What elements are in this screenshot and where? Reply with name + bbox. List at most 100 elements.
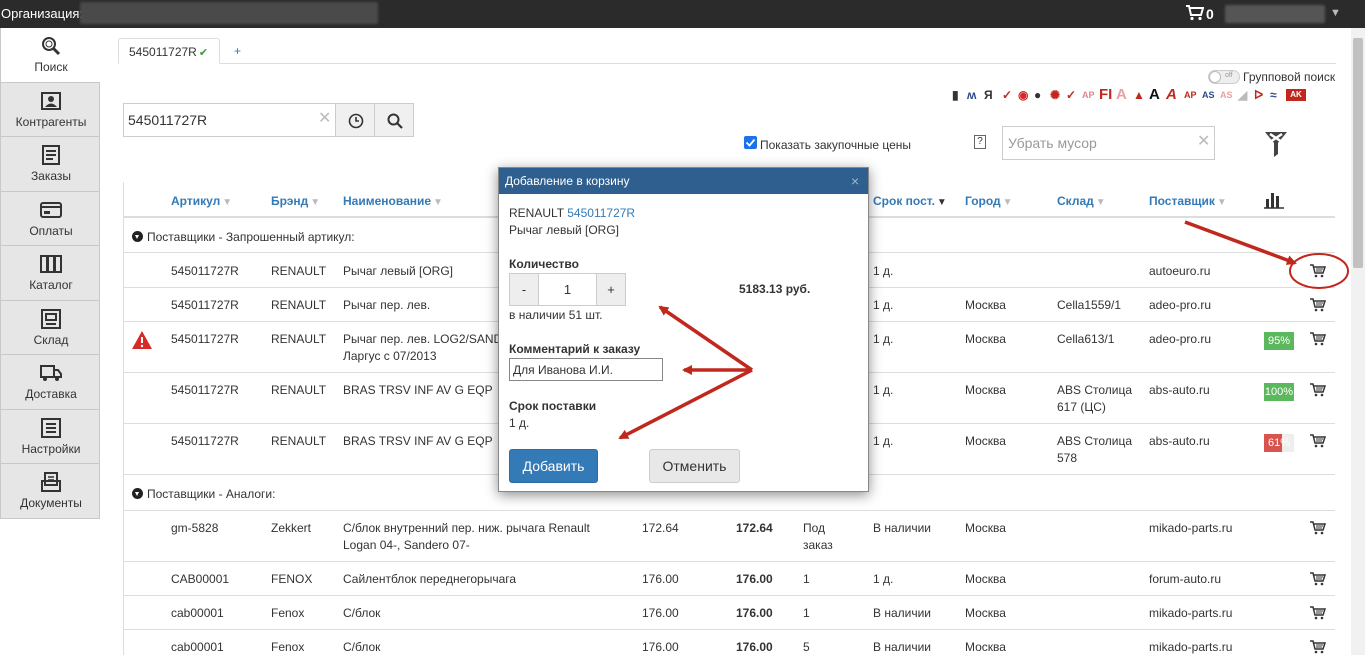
table-row[interactable]: cab00001 Fenox С/блок 176.00 176.00 1 В … bbox=[124, 596, 1335, 630]
show-purchase-prices-checkbox[interactable] bbox=[744, 136, 757, 149]
logo-icon[interactable]: ✓ bbox=[1002, 87, 1012, 103]
sidebar-item-documents[interactable]: Документы bbox=[0, 464, 100, 519]
sidebar-item-label: Каталог bbox=[29, 278, 73, 292]
table-row[interactable]: CAB00001 FENOX Сайлентблок переднегорыча… bbox=[124, 562, 1335, 596]
cell-brand: RENAULT bbox=[271, 264, 327, 278]
organization-select[interactable] bbox=[80, 2, 378, 24]
cell-supplier: mikado-parts.ru bbox=[1149, 640, 1233, 654]
group-search-toggle[interactable]: off bbox=[1208, 70, 1240, 84]
user-menu[interactable] bbox=[1225, 5, 1325, 23]
cell-supplier: forum-auto.ru bbox=[1149, 572, 1222, 586]
header-supplier[interactable]: Поставщик ▼ bbox=[1149, 194, 1227, 208]
add-to-cart-icon[interactable] bbox=[1310, 606, 1326, 620]
quantity-input[interactable]: 1 bbox=[539, 273, 596, 306]
logo-icon[interactable]: ✓ bbox=[1066, 87, 1076, 103]
clear-icon[interactable]: ✕ bbox=[1197, 131, 1210, 151]
logo-icon[interactable]: AS bbox=[1202, 87, 1215, 103]
logo-icon[interactable]: AP bbox=[1184, 87, 1197, 103]
cart-icon[interactable] bbox=[1186, 5, 1204, 21]
clear-icon[interactable]: ✕ bbox=[318, 108, 331, 128]
sidebar-item-search[interactable]: Поиск bbox=[0, 28, 100, 83]
cell-city: Москва bbox=[965, 521, 1006, 535]
sidebar-item-payments[interactable]: Оплаты bbox=[0, 191, 100, 246]
add-to-cart-icon[interactable] bbox=[1310, 383, 1326, 397]
header-brand[interactable]: Брэнд ▼ bbox=[271, 194, 320, 208]
sidebar-item-contractors[interactable]: Контрагенты bbox=[0, 82, 100, 137]
toggle-state: off bbox=[1225, 72, 1233, 79]
sidebar-item-warehouse[interactable]: Склад bbox=[0, 300, 100, 355]
logo-icon[interactable]: ● bbox=[1034, 87, 1041, 103]
add-to-cart-icon[interactable] bbox=[1310, 572, 1326, 586]
quantity-increment-button[interactable]: + bbox=[596, 273, 626, 306]
table-row[interactable]: cab00001 Fenox С/блок 176.00 176.00 5 В … bbox=[124, 630, 1335, 655]
logo-icon[interactable]: ✺ bbox=[1050, 87, 1060, 103]
table-row[interactable]: gm-5828 Zekkert С/блок внутренний пер. н… bbox=[124, 511, 1335, 562]
filter-icon[interactable]: ▼ bbox=[1003, 197, 1013, 208]
add-to-cart-icon[interactable] bbox=[1310, 264, 1326, 278]
vertical-scrollbar[interactable] bbox=[1351, 28, 1365, 655]
logo-icon[interactable]: ▲ bbox=[1133, 87, 1145, 103]
logo-icon[interactable]: AK bbox=[1286, 89, 1306, 101]
scrollbar-thumb[interactable] bbox=[1353, 38, 1363, 268]
close-icon[interactable]: × bbox=[851, 174, 859, 188]
add-to-cart-icon[interactable] bbox=[1310, 332, 1326, 346]
cancel-button[interactable]: Отменить bbox=[649, 449, 740, 483]
logo-icon[interactable]: AP bbox=[1082, 87, 1095, 103]
search-button[interactable] bbox=[374, 103, 414, 137]
help-icon[interactable]: ? bbox=[974, 135, 986, 149]
filter-icon[interactable]: ▼ bbox=[1096, 197, 1106, 208]
logo-icon[interactable]: ◉ bbox=[1018, 87, 1028, 103]
toggle-knob bbox=[1209, 71, 1221, 83]
logo-icon[interactable]: FI bbox=[1099, 87, 1112, 103]
trash-filter-input[interactable]: Убрать мусор bbox=[1002, 126, 1215, 160]
filter-icon[interactable]: ▼ bbox=[310, 197, 320, 208]
tab-search-result[interactable]: 545011727R ✔ bbox=[118, 38, 220, 64]
clear-filter-icon[interactable] bbox=[1264, 130, 1288, 158]
add-tab-button[interactable]: + bbox=[234, 44, 241, 58]
filter-icon[interactable]: ▼ bbox=[433, 197, 443, 208]
check-icon bbox=[745, 138, 756, 147]
logo-icon[interactable]: ʍ bbox=[967, 87, 976, 103]
comment-input[interactable]: Для Иванова И.И. bbox=[509, 358, 663, 381]
logo-icon[interactable]: ◢ bbox=[1238, 87, 1247, 103]
header-name[interactable]: Наименование ▼ bbox=[343, 194, 443, 208]
add-to-cart-icon[interactable] bbox=[1310, 640, 1326, 654]
sidebar-item-settings[interactable]: Настройки bbox=[0, 409, 100, 464]
filter-icon[interactable]: ▼ bbox=[1217, 197, 1227, 208]
add-to-cart-icon[interactable] bbox=[1310, 298, 1326, 312]
logo-icon[interactable]: A bbox=[1166, 87, 1177, 103]
chevron-down-icon[interactable]: ▼ bbox=[1330, 7, 1341, 19]
chevron-down-icon bbox=[132, 231, 143, 242]
bar-chart-icon[interactable] bbox=[1264, 191, 1284, 209]
logo-icon[interactable]: A bbox=[1116, 87, 1127, 103]
header-warehouse[interactable]: Склад ▼ bbox=[1057, 194, 1106, 208]
sidebar-item-catalog[interactable]: Каталог bbox=[0, 246, 100, 301]
clock-icon bbox=[348, 113, 364, 129]
add-to-cart-icon[interactable] bbox=[1310, 434, 1326, 448]
logo-icon[interactable]: ▮ bbox=[952, 87, 959, 103]
history-button[interactable] bbox=[335, 103, 375, 137]
cart-count[interactable]: 0 bbox=[1206, 6, 1214, 22]
filter-icon[interactable]: ▼ bbox=[937, 197, 947, 208]
quantity-decrement-button[interactable]: - bbox=[509, 273, 539, 306]
product-article-link[interactable]: 545011727R bbox=[567, 206, 635, 220]
header-article[interactable]: Артикул ▼ bbox=[171, 194, 232, 208]
cell-brand: RENAULT bbox=[271, 332, 327, 346]
add-button[interactable]: Добавить bbox=[509, 449, 598, 483]
header-city[interactable]: Город ▼ bbox=[965, 194, 1013, 208]
cell-name: С/блок bbox=[343, 640, 381, 654]
logo-icon[interactable]: Я bbox=[984, 87, 993, 103]
add-to-cart-icon[interactable] bbox=[1310, 521, 1326, 535]
logo-icon[interactable]: ≈ bbox=[1270, 87, 1277, 103]
search-input[interactable]: 545011727R bbox=[123, 103, 336, 137]
filter-icon[interactable]: ▼ bbox=[222, 197, 232, 208]
logo-icon[interactable]: AS bbox=[1220, 87, 1233, 103]
logo-icon[interactable]: A bbox=[1149, 87, 1160, 103]
sidebar-item-delivery[interactable]: Доставка bbox=[0, 355, 100, 410]
sidebar-item-orders[interactable]: Заказы bbox=[0, 137, 100, 192]
reliability-badge: 95% bbox=[1264, 332, 1294, 350]
show-purchase-prices-label[interactable]: Показать закупочные цены bbox=[760, 138, 911, 152]
header-term[interactable]: Срок пост. ▼ bbox=[873, 194, 947, 208]
reliability-badge: 61% bbox=[1264, 434, 1294, 452]
logo-icon[interactable]: ᐅ bbox=[1254, 87, 1263, 103]
